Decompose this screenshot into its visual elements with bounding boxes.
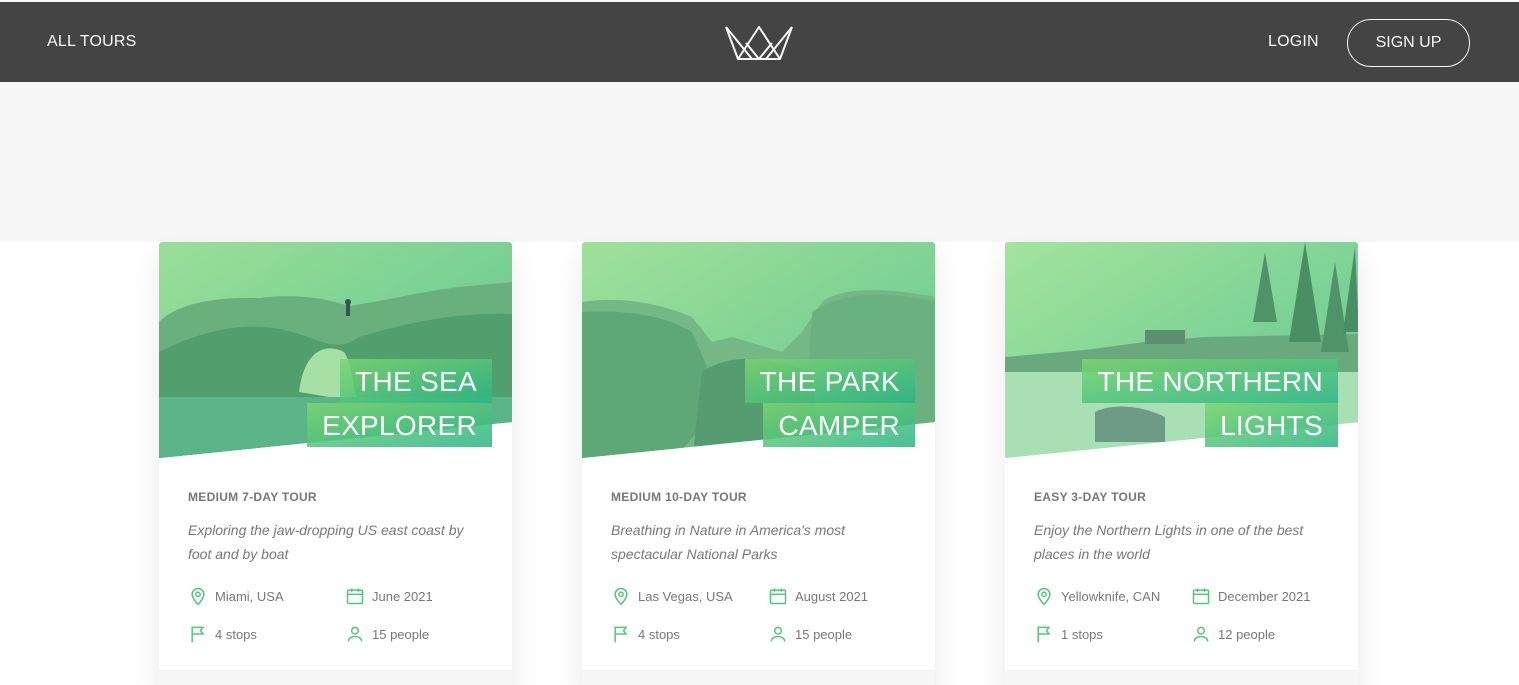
card-details: EASY 3-DAY TOUR Enjoy the Northern Light… — [1034, 490, 1334, 566]
flag-icon — [1034, 624, 1054, 646]
site-header: ALL TOURS LOGIN SIGN UP — [0, 2, 1519, 82]
card-title-line: THE PARK — [744, 359, 915, 403]
card-details: MEDIUM 7-DAY TOUR Exploring the jaw-drop… — [188, 490, 488, 566]
card-details: MEDIUM 10-DAY TOUR Breathing in Nature i… — [611, 490, 911, 566]
date-text: August 2021 — [795, 589, 869, 604]
card-title-line: THE NORTHERN — [1082, 359, 1338, 403]
card-title-line: CAMPER — [763, 403, 915, 447]
map-pin-icon — [188, 586, 208, 608]
card-title-line: LIGHTS — [1205, 403, 1338, 447]
user-icon — [1191, 624, 1211, 646]
crown-logo-icon[interactable] — [724, 23, 794, 61]
map-pin-icon — [1034, 586, 1054, 608]
location-text: Las Vegas, USA — [638, 589, 733, 604]
calendar-icon — [345, 586, 365, 608]
user-icon — [768, 624, 788, 646]
signup-button[interactable]: SIGN UP — [1347, 19, 1470, 67]
card-title-line: THE SEA — [340, 359, 492, 403]
stops-text: 1 stops — [1061, 627, 1103, 642]
stops-text: 4 stops — [215, 627, 257, 642]
user-icon — [345, 624, 365, 646]
all-tours-link[interactable]: ALL TOURS — [47, 2, 137, 82]
card-description: Enjoy the Northern Lights in one of the … — [1034, 522, 1304, 562]
card-description: Exploring the jaw-dropping US east coast… — [188, 522, 464, 562]
card-title: THE SEA EXPLORER — [307, 359, 492, 447]
card-footer — [582, 670, 935, 685]
card-footer — [1005, 670, 1358, 685]
card-title-line: EXPLORER — [307, 403, 492, 447]
card-title: THE NORTHERN LIGHTS — [1082, 359, 1338, 447]
date-text: December 2021 — [1218, 589, 1311, 604]
card-description: Breathing in Nature in America's most sp… — [611, 522, 846, 562]
calendar-icon — [768, 586, 788, 608]
map-pin-icon — [611, 586, 631, 608]
card-header-image: THE SEA EXPLORER — [159, 242, 512, 462]
card-subheading: MEDIUM 10-DAY TOUR — [611, 490, 747, 504]
flag-icon — [188, 624, 208, 646]
people-text: 15 people — [372, 627, 430, 642]
card-header-image: THE NORTHERN LIGHTS — [1005, 242, 1358, 462]
card-subheading: MEDIUM 7-DAY TOUR — [188, 490, 317, 504]
card-header-image: THE PARK CAMPER — [582, 242, 935, 462]
tour-card[interactable]: THE NORTHERN LIGHTS EASY 3-DAY TOUR Enjo… — [1005, 242, 1358, 685]
flag-icon — [611, 624, 631, 646]
login-link[interactable]: LOGIN — [1268, 2, 1319, 82]
card-title: THE PARK CAMPER — [744, 359, 915, 447]
location-text: Yellowknife, CAN — [1061, 589, 1161, 604]
location-text: Miami, USA — [215, 589, 284, 604]
stops-text: 4 stops — [638, 627, 680, 642]
calendar-icon — [1191, 586, 1211, 608]
card-footer — [159, 670, 512, 685]
tour-card[interactable]: THE PARK CAMPER MEDIUM 10-DAY TOUR Breat… — [582, 242, 935, 685]
people-text: 12 people — [1218, 627, 1276, 642]
card-subheading: EASY 3-DAY TOUR — [1034, 490, 1147, 504]
date-text: June 2021 — [372, 589, 433, 604]
people-text: 15 people — [795, 627, 853, 642]
tour-card[interactable]: THE SEA EXPLORER MEDIUM 7-DAY TOUR Explo… — [159, 242, 512, 685]
